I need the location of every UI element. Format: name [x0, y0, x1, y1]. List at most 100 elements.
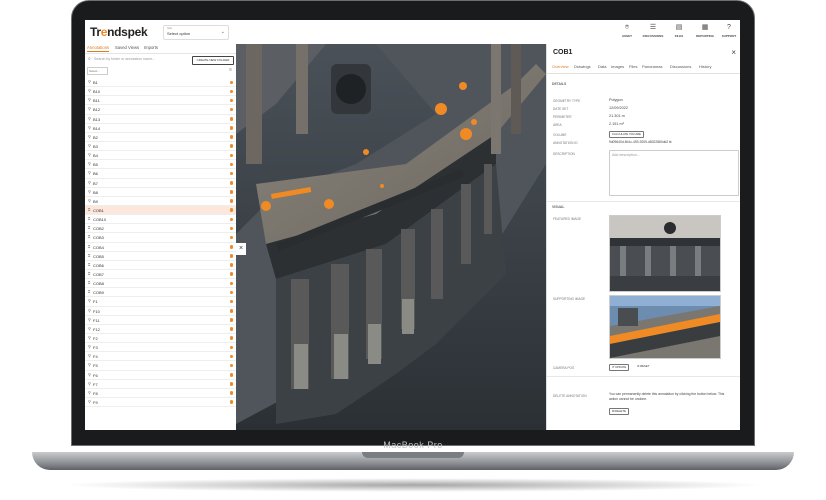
annotation-item[interactable]: ⌗ COB5	[85, 252, 236, 261]
annotation-item[interactable]: ⚲ F4	[85, 352, 236, 362]
close-panel-icon[interactable]: ×	[236, 243, 246, 255]
location-marker-icon[interactable]	[229, 190, 233, 194]
location-marker-icon[interactable]	[229, 400, 233, 404]
annotation-item[interactable]: ⚲ B14	[85, 124, 236, 133]
filter-icon[interactable]: ≡	[229, 67, 232, 73]
location-marker-icon[interactable]	[229, 382, 233, 386]
delete-button[interactable]: ⊠ DELETE	[609, 408, 630, 415]
tab-discussions[interactable]: Discussions	[670, 64, 691, 69]
create-folder-button[interactable]: CREATE NEW FOLDER	[192, 56, 234, 65]
map-view[interactable]: ×	[236, 44, 546, 430]
nav-discussions[interactable]: ☰ DISCUSSIONS	[642, 23, 664, 42]
location-marker-icon[interactable]	[229, 373, 233, 377]
location-marker-icon[interactable]	[229, 336, 233, 340]
annotation-item[interactable]: ⚲ B2	[85, 133, 236, 142]
annotation-item[interactable]: ⚲ B1	[85, 78, 236, 88]
annotation-item[interactable]: ⚲ B11	[85, 96, 236, 106]
description-field[interactable]: Add description...	[609, 150, 739, 196]
location-marker-icon[interactable]	[229, 171, 233, 176]
annotation-item[interactable]: ⚲ B4	[85, 151, 236, 161]
nav-asset[interactable]: ⌾ ASSET	[616, 23, 638, 42]
location-marker-icon[interactable]	[229, 181, 233, 185]
location-marker-icon[interactable]	[229, 281, 233, 286]
annotation-item[interactable]: ⚲ B7	[85, 179, 236, 188]
location-marker-icon[interactable]	[229, 162, 233, 167]
supporting-image[interactable]	[609, 295, 721, 359]
location-marker-icon[interactable]	[229, 318, 233, 322]
annotation-item[interactable]: ⚲ F2	[85, 334, 236, 344]
location-marker-icon[interactable]	[229, 135, 233, 139]
annotation-item[interactable]: ⚲ B12	[85, 105, 236, 115]
annotation-item[interactable]: ⌗ COB3	[85, 233, 236, 243]
location-marker-icon[interactable]	[229, 309, 233, 313]
annotation-item[interactable]: ⌗ COB9	[85, 288, 236, 298]
location-marker-icon[interactable]	[229, 89, 233, 94]
annotation-item[interactable]: ⚲ F5	[85, 361, 236, 371]
location-marker-icon[interactable]	[229, 107, 233, 112]
update-camera-button[interactable]: ⟳ UPDATE	[609, 364, 630, 371]
annotation-item[interactable]: ⚲ F11	[85, 316, 236, 325]
annotation-item[interactable]: ⌗ COB8	[85, 279, 236, 289]
location-marker-icon[interactable]	[229, 391, 233, 395]
site-select[interactable]: Site Select option ⌄	[163, 25, 229, 40]
annotation-item[interactable]: ⚲ F1	[85, 297, 236, 307]
annotation-item[interactable]: ⌗ COB7	[85, 270, 236, 280]
location-marker-icon[interactable]	[229, 290, 233, 295]
location-marker-icon[interactable]	[229, 144, 233, 148]
nav-reporting[interactable]: ▦ REPORTING	[694, 23, 716, 42]
location-marker-icon[interactable]	[229, 226, 233, 231]
annotation-item[interactable]: ⌗ COB6	[85, 261, 236, 270]
location-marker-icon[interactable]	[229, 80, 233, 84]
location-marker-icon[interactable]	[229, 299, 233, 304]
annotation-item[interactable]: ⚲ B8	[85, 188, 236, 197]
annotation-item[interactable]: ⚲ B5	[85, 160, 236, 170]
location-marker-icon[interactable]	[229, 263, 233, 267]
location-marker-icon[interactable]	[229, 98, 233, 103]
annotation-item[interactable]: ⚲ F8	[85, 389, 236, 398]
nav-support[interactable]: ? SUPPORT	[718, 23, 740, 42]
location-marker-icon[interactable]	[229, 245, 233, 249]
location-marker-icon[interactable]	[229, 327, 233, 331]
annotation-item[interactable]: ⚲ F12	[85, 325, 236, 334]
annotation-item[interactable]: ⌗ COB10	[85, 215, 236, 225]
annotation-item[interactable]: ⌗ COB4	[85, 243, 236, 252]
location-marker-icon[interactable]	[229, 217, 233, 222]
location-marker-icon[interactable]	[229, 235, 233, 240]
location-marker-icon[interactable]	[229, 363, 233, 368]
location-marker-icon[interactable]	[229, 153, 233, 158]
annotation-item[interactable]: ⚲ B13	[85, 115, 236, 124]
annotation-item[interactable]: ⚲ F3	[85, 343, 236, 353]
annotation-item[interactable]: ⌗ COB1	[85, 205, 236, 216]
search-input[interactable]: Search by folder or annotation name...	[94, 57, 155, 61]
annotation-id-value[interactable]: 9d09640d-6b1c-493-9205-d8022880dd2 ⧉	[609, 140, 671, 144]
location-marker-icon[interactable]	[229, 354, 233, 359]
location-marker-icon[interactable]	[229, 272, 233, 276]
brand-logo[interactable]: Trendspek	[90, 25, 148, 39]
annotation-item[interactable]: ⚲ F9	[85, 398, 236, 408]
tab-annotations[interactable]: Annotations	[87, 45, 110, 52]
reset-camera-button[interactable]: ⊘ RESET	[635, 364, 651, 369]
tab-saved-views[interactable]: Saved Views	[115, 45, 139, 50]
location-marker-icon[interactable]	[229, 126, 233, 130]
tab-panoramas[interactable]: Panoramas	[642, 64, 662, 69]
nav-files[interactable]: ▤ FILES	[668, 23, 690, 42]
tab-imports[interactable]: Imports	[144, 45, 158, 50]
annotation-item[interactable]: ⚲ B6	[85, 169, 236, 179]
tab-overview[interactable]: Overview	[552, 64, 569, 69]
tab-data[interactable]: Data	[598, 64, 606, 69]
tab-images[interactable]: Images	[611, 64, 624, 69]
location-marker-icon[interactable]	[229, 345, 233, 350]
location-marker-icon[interactable]	[229, 199, 233, 203]
filter-select[interactable]: Select...	[87, 67, 108, 75]
annotation-item[interactable]: ⚲ B9	[85, 197, 236, 206]
annotation-item[interactable]: ⚲ F6	[85, 371, 236, 380]
calculate-volume-button[interactable]: CALCULATE VOLUME	[609, 131, 644, 138]
annotation-item[interactable]: ⚲ F10	[85, 307, 236, 316]
tab-files[interactable]: Files	[629, 64, 637, 69]
tab-drawings[interactable]: Drawings	[574, 64, 591, 69]
annotation-item[interactable]: ⚲ F7	[85, 380, 236, 389]
annotation-item[interactable]: ⚲ B10	[85, 87, 236, 97]
location-marker-icon[interactable]	[229, 117, 233, 121]
annotation-item[interactable]: ⚲ B3	[85, 142, 236, 152]
location-marker-icon[interactable]	[229, 208, 233, 212]
